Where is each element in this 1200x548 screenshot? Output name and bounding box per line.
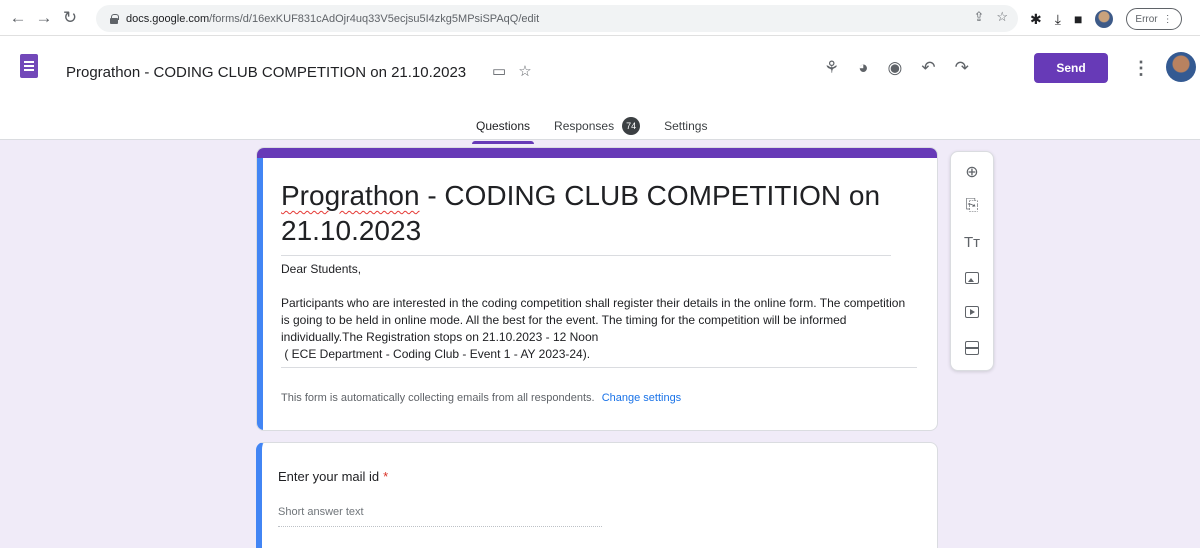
responses-count-badge: 74 [622,117,641,135]
change-settings-link[interactable]: Change settings [602,392,682,404]
import-questions-icon[interactable]: ⎘ [951,194,993,218]
send-button[interactable]: Send [1034,53,1108,83]
browser-toolbar: ← → ↻ docs.google.com/forms/d/16exKUF831… [0,0,1200,36]
share-icon[interactable]: ⇪ [973,9,984,25]
extension-icon[interactable]: ✱ [1030,11,1042,28]
email-collection-notice: This form is automatically collecting em… [281,392,682,404]
more-options-icon[interactable]: ⋮ [1132,58,1150,79]
add-image-icon[interactable] [951,266,993,290]
add-video-icon[interactable] [951,300,993,324]
question-card[interactable]: Enter your mail id * Short answer text [256,442,938,548]
browser-extensions: ✱ ⤓ ■ Error ⋮ [1030,8,1182,30]
star-icon[interactable]: ☆ [518,62,531,80]
preview-eye-icon[interactable]: ◉ [888,58,903,78]
user-avatar[interactable] [1166,52,1196,82]
url-text[interactable]: docs.google.com/forms/d/16exKUF831cAdOjr… [126,13,539,25]
forward-icon[interactable]: → [34,8,54,28]
add-title-icon[interactable]: Tт [951,230,993,254]
required-asterisk: * [383,469,389,484]
document-title[interactable]: Prograthon - CODING CLUB COMPETITION on … [66,64,466,81]
form-title-card[interactable]: Prograthon - CODING CLUB COMPETITION on … [256,147,938,431]
undo-icon[interactable]: ↶ [921,58,935,78]
form-tabs: Questions Responses 74 Settings [471,112,731,144]
question-title[interactable]: Enter your mail id * [278,469,388,484]
back-icon[interactable]: ← [8,8,28,28]
add-question-icon[interactable]: ⊕ [951,160,993,184]
google-forms-logo[interactable] [20,54,38,78]
add-section-icon[interactable] [951,336,993,360]
forms-header: Prograthon - CODING CLUB COMPETITION on … [0,36,1200,144]
floating-question-toolbar: ⊕ ⎘ Tт [950,151,994,371]
form-description[interactable]: Dear Students, Participants who are inte… [281,261,917,368]
reload-icon[interactable]: ↻ [60,8,80,28]
tab-settings[interactable]: Settings [664,112,707,140]
redo-icon[interactable]: ↷ [955,58,969,78]
address-bar[interactable]: docs.google.com/forms/d/16exKUF831cAdOjr… [96,5,1018,32]
sidepanel-icon[interactable]: ■ [1074,11,1082,27]
tab-questions[interactable]: Questions [471,112,535,144]
download-icon[interactable]: ⤓ [1055,11,1061,28]
error-button[interactable]: Error ⋮ [1126,8,1182,30]
addon-puzzle-icon[interactable]: ⚘ [824,58,839,78]
form-title[interactable]: Prograthon - CODING CLUB COMPETITION on … [281,178,891,256]
tab-responses[interactable]: Responses 74 [554,112,641,140]
short-answer-field: Short answer text [278,506,602,527]
lock-icon [110,13,119,24]
more-vert-icon: ⋮ [1162,13,1173,25]
browser-profile-avatar[interactable] [1095,10,1114,28]
folder-icon[interactable]: ▭ [492,62,506,80]
bookmark-star-icon[interactable]: ☆ [996,9,1008,25]
palette-icon[interactable]: ◕ [858,58,868,78]
